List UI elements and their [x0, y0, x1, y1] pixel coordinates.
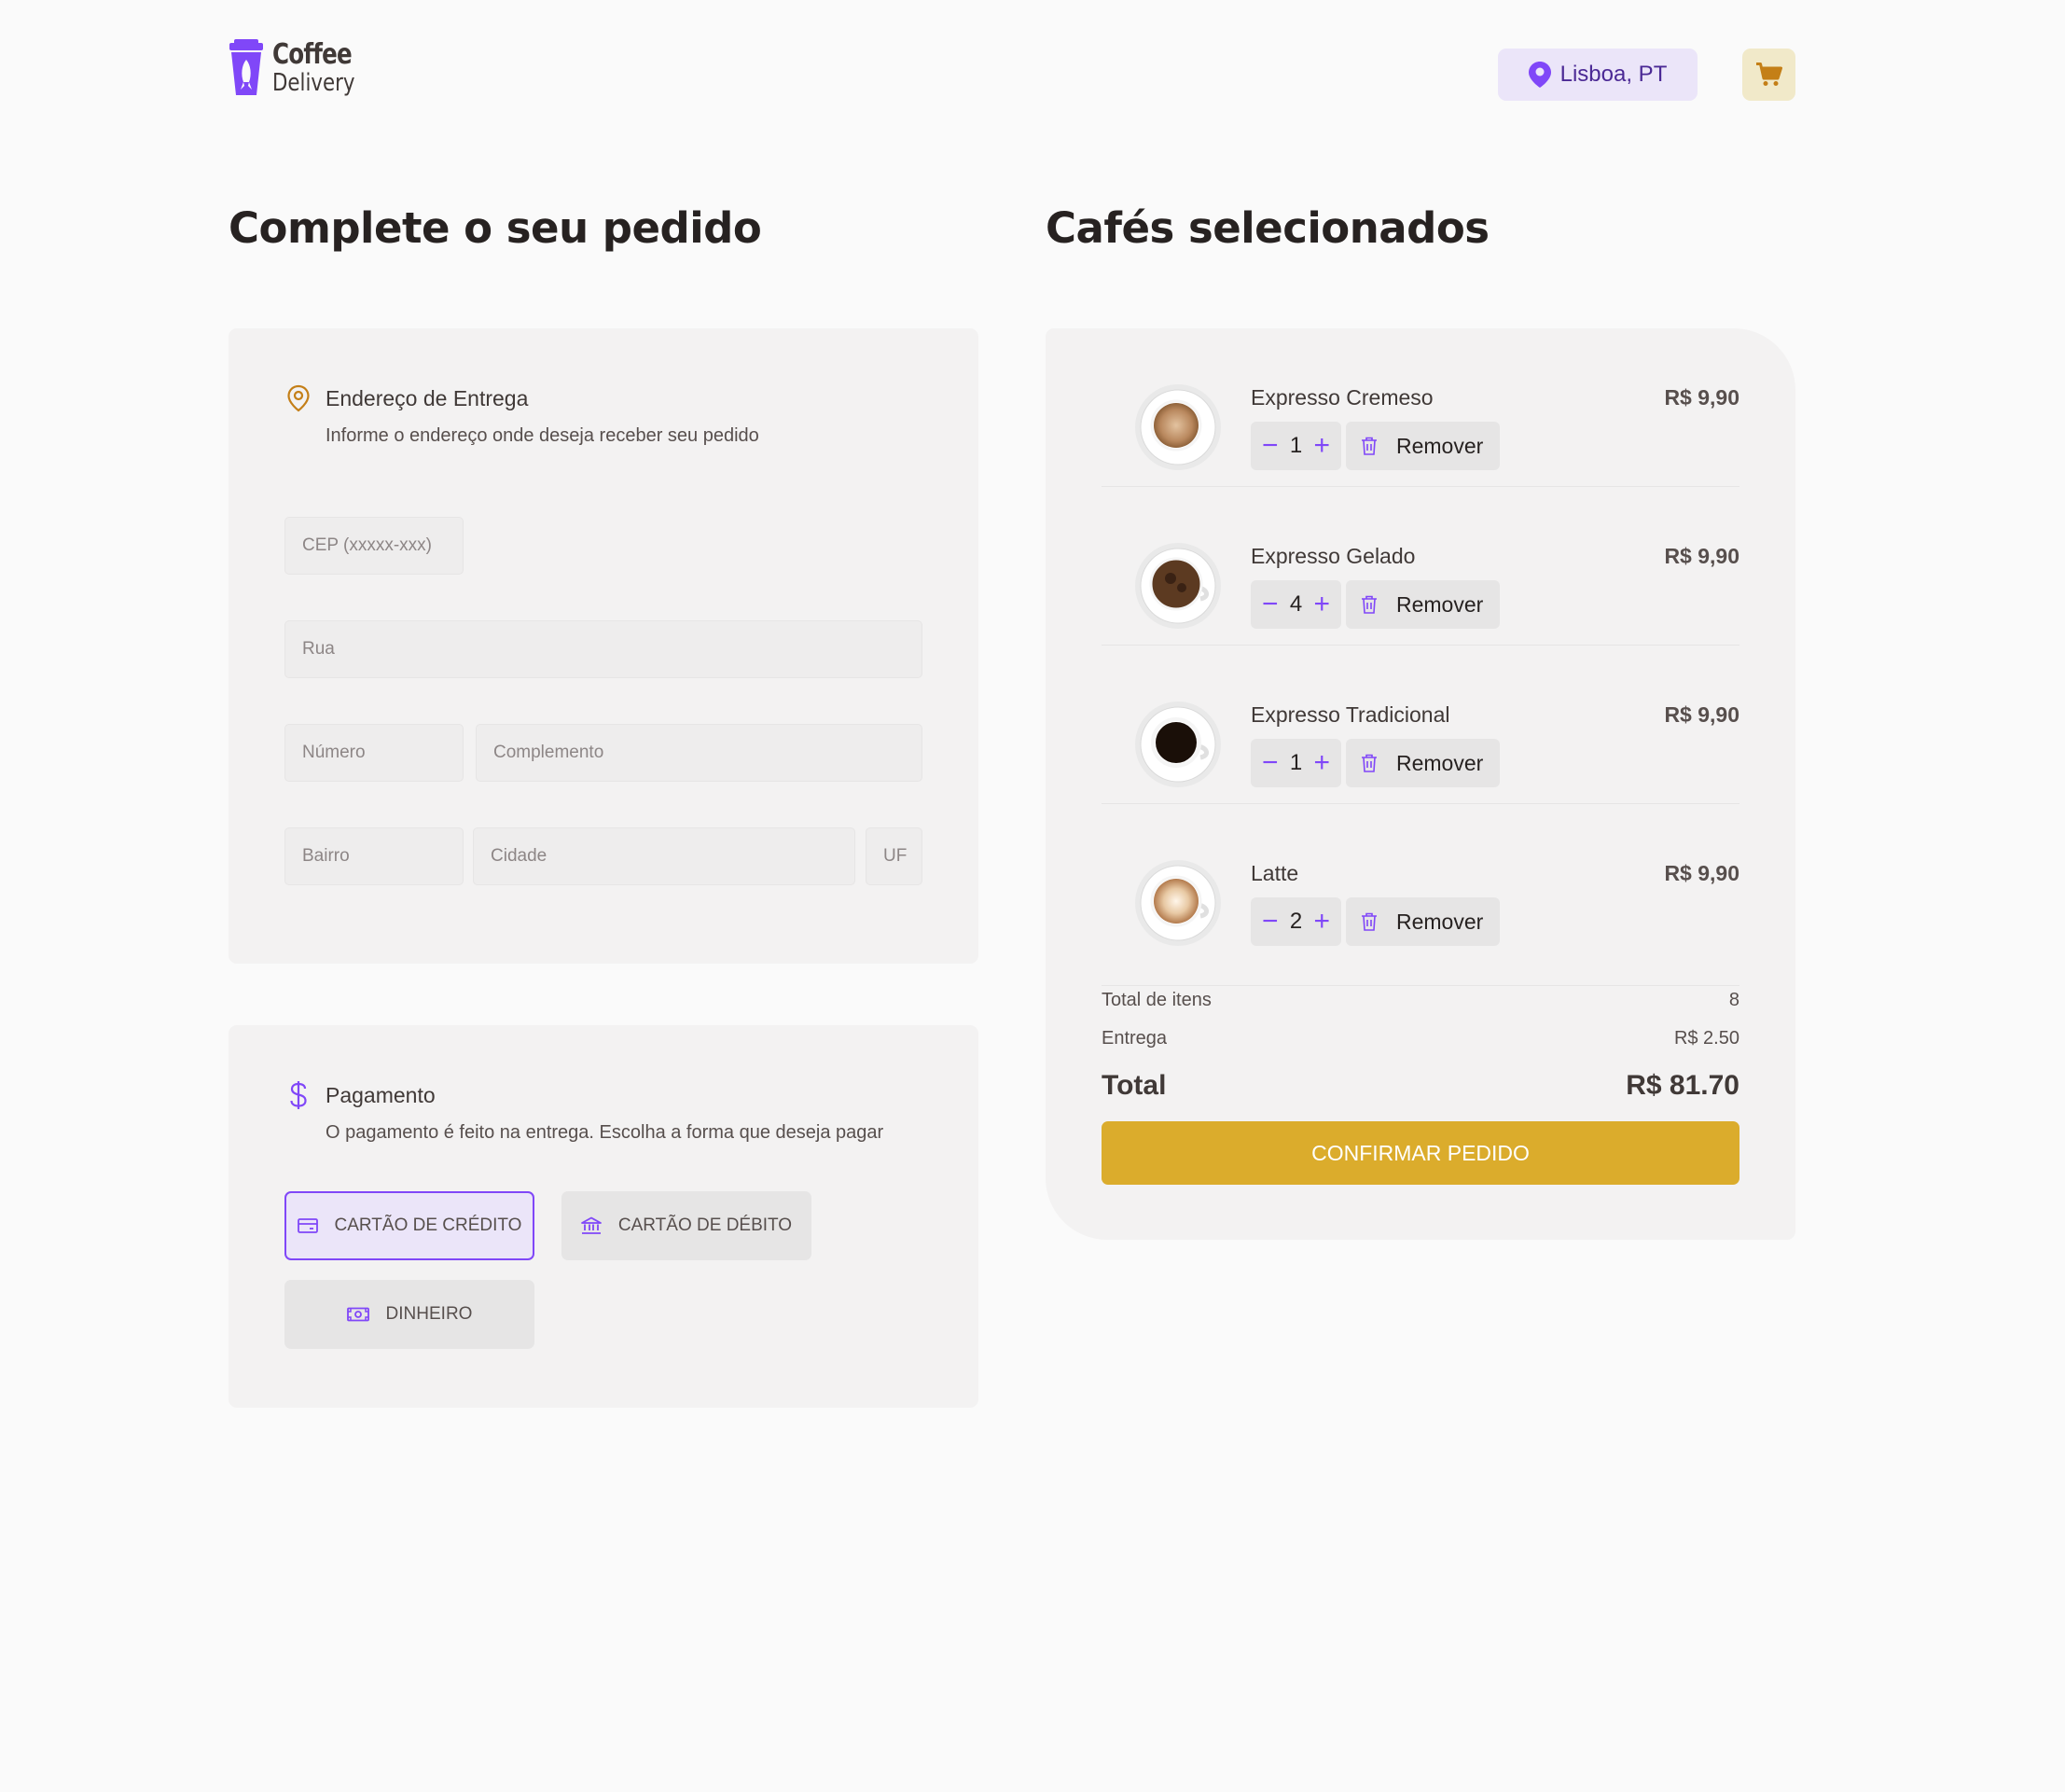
summary-total-row: Total R$ 81.70 — [1102, 1070, 1739, 1102]
remove-label: Remover — [1396, 591, 1484, 617]
payment-debit-card-label: CARTÃO DE DÉBITO — [617, 1216, 793, 1235]
cart-item: Expresso Gelado R$ 9,90 − 4 + Remover — [1102, 487, 1739, 646]
quantity-value: 1 — [1289, 750, 1303, 775]
address-subtitle: Informe o endereço onde deseja receber s… — [326, 425, 759, 446]
payment-cash-label: DINHEIRO — [385, 1304, 473, 1324]
item-name: Expresso Tradicional — [1251, 702, 1450, 727]
bank-icon — [581, 1216, 602, 1234]
coffee-thumbnail — [1135, 543, 1221, 629]
cart-card: Expresso Cremeso R$ 9,90 − 1 + Remover E… — [1046, 328, 1795, 1240]
confirm-order-button[interactable]: CONFIRMAR PEDIDO — [1102, 1121, 1739, 1185]
cep-input[interactable] — [284, 517, 464, 575]
summary-total-label: Total — [1102, 1070, 1167, 1101]
increase-button[interactable]: + — [1313, 749, 1330, 777]
summary-delivery-value: R$ 2.50 — [1673, 1028, 1739, 1049]
increase-button[interactable]: + — [1313, 432, 1330, 460]
decrease-button[interactable]: − — [1262, 908, 1279, 936]
increase-button[interactable]: + — [1313, 590, 1330, 618]
item-name: Latte — [1251, 861, 1299, 885]
trash-icon — [1362, 912, 1377, 931]
increase-button[interactable]: + — [1313, 908, 1330, 936]
cart-item: Expresso Tradicional R$ 9,90 − 1 + Remov… — [1102, 646, 1739, 804]
cart-item: Latte R$ 9,90 − 2 + Remover — [1102, 804, 1739, 963]
cart-item: Expresso Cremeso R$ 9,90 − 1 + Remover — [1102, 328, 1739, 487]
location-badge[interactable]: Lisboa, PT — [1498, 49, 1698, 101]
coffee-cup-rocket-icon — [229, 39, 263, 95]
payment-title: Pagamento — [326, 1083, 436, 1107]
item-name: Expresso Cremeso — [1251, 385, 1434, 410]
remove-button[interactable]: Remover — [1346, 897, 1500, 946]
logo-title: Coffee — [272, 38, 353, 71]
address-title: Endereço de Entrega — [326, 386, 529, 410]
cart-button[interactable] — [1742, 49, 1795, 101]
state-input[interactable] — [866, 827, 922, 885]
shopping-cart-icon — [1755, 63, 1782, 86]
remove-label: Remover — [1396, 909, 1484, 934]
item-price: R$ 9,90 — [1664, 385, 1739, 410]
coffee-thumbnail — [1135, 702, 1221, 787]
summary-items-row: Total de itens 8 — [1102, 985, 1739, 1011]
payment-subtitle: O pagamento é feito na entrega. Escolha … — [326, 1122, 884, 1143]
map-pin-icon — [1528, 62, 1551, 88]
remove-label: Remover — [1396, 433, 1484, 458]
quantity-stepper: − 2 + — [1251, 897, 1341, 946]
decrease-button[interactable]: − — [1262, 590, 1279, 618]
district-input[interactable] — [284, 827, 464, 885]
quantity-value: 2 — [1289, 909, 1303, 934]
payment-card: Pagamento O pagamento é feito na entrega… — [229, 1025, 978, 1408]
decrease-button[interactable]: − — [1262, 749, 1279, 777]
quantity-stepper: − 1 + — [1251, 422, 1341, 470]
location-text: Lisboa, PT — [1559, 62, 1668, 87]
address-card: Endereço de Entrega Informe o endereço o… — [229, 328, 978, 964]
payment-cash-button[interactable]: DINHEIRO — [284, 1280, 534, 1349]
payment-credit-card-button[interactable]: CARTÃO DE CRÉDITO — [284, 1191, 534, 1260]
complement-input[interactable] — [476, 724, 922, 782]
currency-dollar-icon — [290, 1081, 307, 1109]
logo-subtitle: Delivery — [272, 69, 355, 97]
summary-delivery-label: Entrega — [1102, 1028, 1168, 1049]
trash-icon — [1362, 437, 1377, 455]
quantity-stepper: − 4 + — [1251, 580, 1341, 629]
street-input[interactable] — [284, 620, 922, 678]
credit-card-icon — [297, 1218, 318, 1233]
remove-button[interactable]: Remover — [1346, 739, 1500, 787]
header: Coffee Delivery Lisboa, PT — [229, 39, 1795, 106]
logo[interactable]: Coffee Delivery — [229, 39, 373, 97]
money-icon — [346, 1307, 369, 1322]
trash-icon — [1362, 595, 1377, 614]
quantity-value: 1 — [1289, 433, 1303, 458]
remove-button[interactable]: Remover — [1346, 422, 1500, 470]
summary-items-label: Total de itens — [1102, 990, 1212, 1010]
checkout-title: Complete o seu pedido — [229, 203, 762, 253]
summary-total-value: R$ 81.70 — [1626, 1070, 1739, 1101]
city-input[interactable] — [473, 827, 855, 885]
quantity-value: 4 — [1289, 591, 1303, 617]
remove-label: Remover — [1396, 750, 1484, 775]
item-price: R$ 9,90 — [1664, 702, 1739, 727]
trash-icon — [1362, 754, 1377, 772]
summary-delivery-row: Entrega R$ 2.50 — [1102, 1028, 1739, 1049]
summary-items-value: 8 — [1728, 990, 1739, 1010]
coffee-thumbnail — [1135, 384, 1221, 470]
coffee-thumbnail — [1135, 860, 1221, 946]
item-price: R$ 9,90 — [1664, 544, 1739, 568]
map-pin-outline-icon — [287, 384, 310, 412]
decrease-button[interactable]: − — [1262, 432, 1279, 460]
cart-title: Cafés selecionados — [1046, 203, 1490, 253]
quantity-stepper: − 1 + — [1251, 739, 1341, 787]
item-price: R$ 9,90 — [1664, 861, 1739, 885]
payment-credit-card-label: CARTÃO DE CRÉDITO — [334, 1216, 522, 1235]
number-input[interactable] — [284, 724, 464, 782]
item-name: Expresso Gelado — [1251, 544, 1416, 568]
remove-button[interactable]: Remover — [1346, 580, 1500, 629]
payment-debit-card-button[interactable]: CARTÃO DE DÉBITO — [561, 1191, 811, 1260]
